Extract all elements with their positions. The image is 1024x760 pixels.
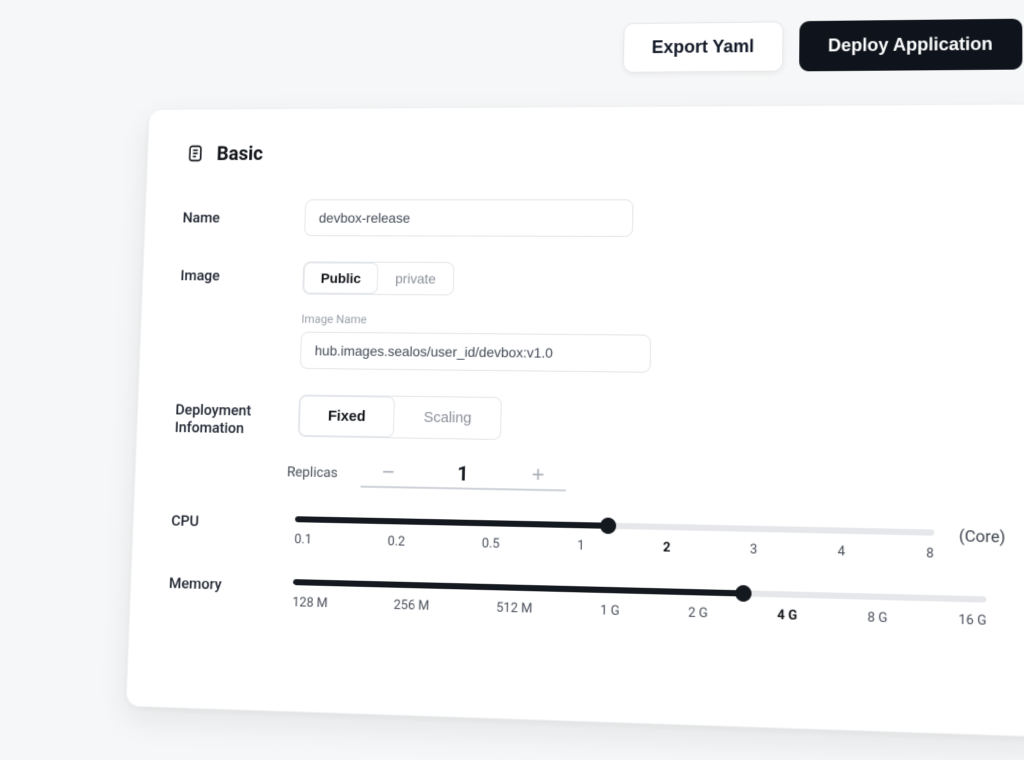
- cpu-tick: 0.5: [482, 536, 500, 552]
- deploy-mode-segment: Fixed Scaling: [298, 394, 503, 440]
- memory-tick: 256 M: [393, 598, 429, 614]
- name-row: Name: [182, 199, 1005, 237]
- cpu-row: CPU 0.1 0.2 0.5 1 2 3 4 8 (Core): [170, 514, 1005, 564]
- replicas-value: 1: [457, 461, 469, 485]
- cpu-slider[interactable]: 0.1 0.2 0.5 1 2 3 4 8: [294, 516, 934, 561]
- top-actions: Export Yaml Deploy Application: [150, 18, 1024, 76]
- memory-tick: 16 G: [958, 612, 986, 628]
- cpu-tick: 1: [577, 538, 585, 553]
- memory-label: Memory: [169, 574, 294, 595]
- export-yaml-button[interactable]: Export Yaml: [623, 21, 783, 72]
- cpu-tick: 2: [663, 540, 671, 556]
- card-header: Basic: [185, 139, 1005, 165]
- cpu-unit: (Core): [959, 526, 1005, 547]
- basic-card: Basic Name Image Public private Image Na…: [125, 103, 1024, 737]
- deployment-label: Deployment Infomation: [174, 401, 298, 438]
- memory-tick: 4 G: [777, 608, 797, 624]
- cpu-label: CPU: [171, 512, 295, 532]
- deployment-row: Deployment Infomation Fixed Scaling Repl…: [173, 393, 1006, 500]
- memory-tick: 128 M: [292, 595, 328, 611]
- memory-tick: 2 G: [688, 605, 708, 621]
- image-private-tab[interactable]: private: [378, 263, 454, 295]
- deploy-fixed-tab[interactable]: Fixed: [299, 395, 395, 437]
- image-name-input[interactable]: [300, 332, 651, 373]
- image-public-tab[interactable]: Public: [303, 262, 378, 294]
- replicas-row: Replicas − 1 +: [287, 458, 567, 491]
- cpu-tick: 3: [750, 542, 758, 558]
- replicas-decrement-button[interactable]: −: [370, 461, 406, 484]
- image-row: Image Public private Image Name: [177, 261, 1005, 377]
- cpu-tick: 4: [837, 544, 845, 560]
- deploy-scaling-tab[interactable]: Scaling: [394, 397, 501, 439]
- memory-ticks: 128 M 256 M 512 M 1 G 2 G 4 G 8 G 16 G: [292, 595, 986, 629]
- replicas-label: Replicas: [287, 464, 338, 481]
- memory-tick: 1 G: [600, 603, 620, 619]
- replicas-stepper: − 1 +: [360, 460, 566, 492]
- document-icon: [185, 143, 206, 164]
- memory-slider[interactable]: 128 M 256 M 512 M 1 G 2 G 4 G 8 G 16 G: [292, 579, 986, 629]
- image-label: Image: [180, 267, 303, 285]
- card-title: Basic: [216, 142, 263, 165]
- image-name-label: Image Name: [301, 312, 651, 329]
- name-label: Name: [182, 209, 305, 227]
- cpu-tick: 0.1: [294, 532, 312, 547]
- cpu-tick: 8: [926, 546, 934, 562]
- name-input[interactable]: [304, 199, 633, 237]
- cpu-tick: 0.2: [387, 534, 405, 549]
- image-visibility-segment: Public private: [302, 261, 454, 295]
- memory-row: Memory 128 M 256 M 512 M 1 G 2 G 4 G 8 G 16 G: [168, 576, 1005, 629]
- replicas-increment-button[interactable]: +: [520, 463, 557, 486]
- memory-tick: 512 M: [496, 600, 532, 616]
- deploy-application-button[interactable]: Deploy Application: [799, 19, 1023, 72]
- cpu-ticks: 0.1 0.2 0.5 1 2 3 4 8: [294, 532, 934, 562]
- memory-tick: 8 G: [867, 610, 887, 626]
